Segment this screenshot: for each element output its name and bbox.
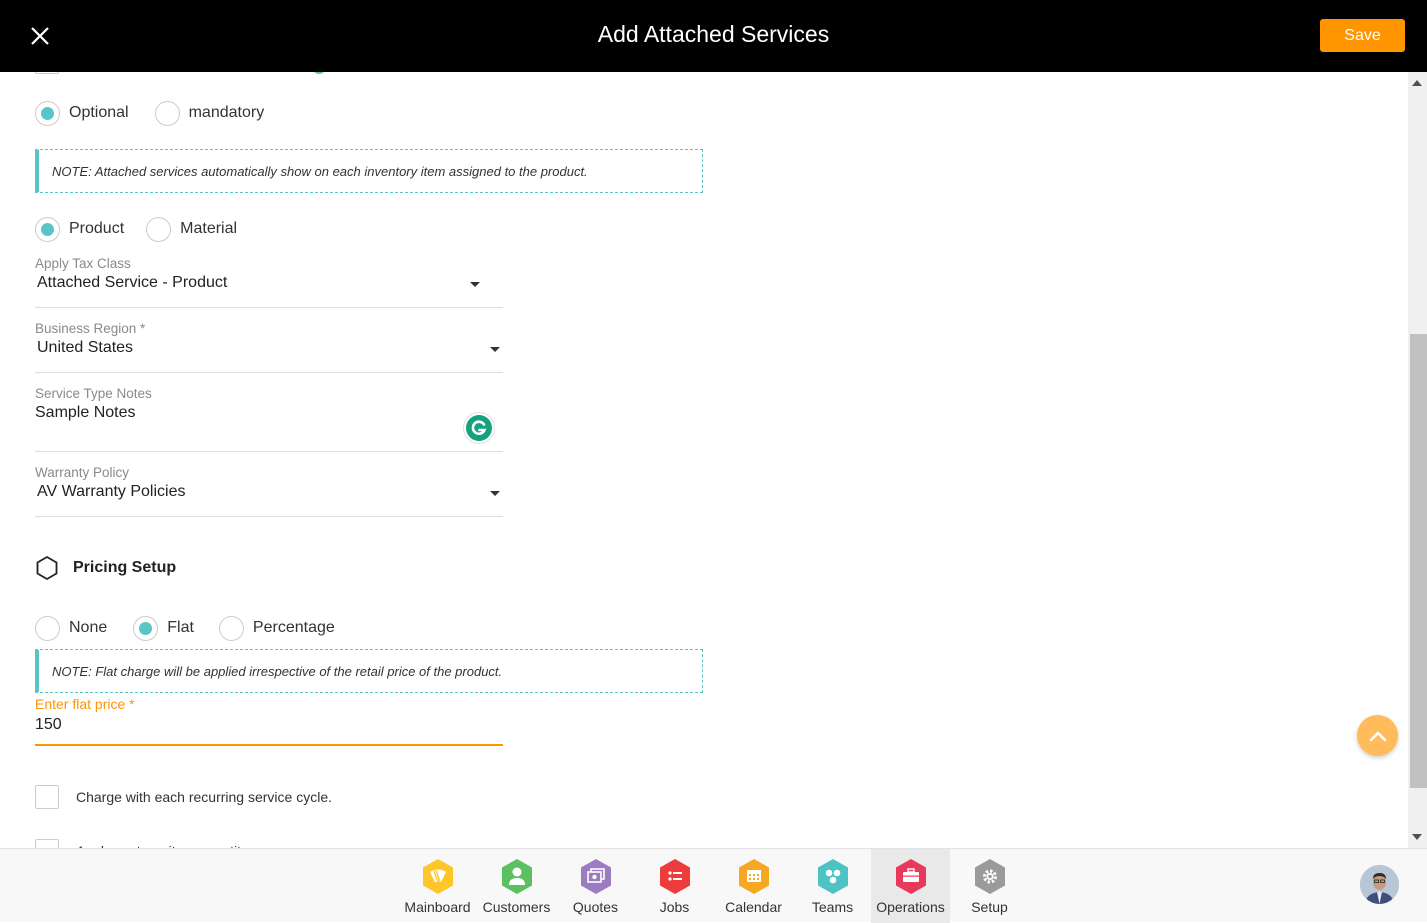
cost-per-quantity-checkbox[interactable]: [35, 839, 59, 848]
nav-jobs[interactable]: Jobs: [635, 849, 714, 923]
field-value: Sample Notes: [35, 404, 136, 421]
scroll-thumb[interactable]: [1410, 334, 1427, 788]
caret-down-icon: [490, 491, 500, 496]
radio-label: Product: [69, 220, 125, 237]
nav-label: Customers: [482, 899, 551, 915]
radio-circle: [35, 615, 60, 641]
nav-mainboard[interactable]: Mainboard: [398, 849, 477, 923]
setup-icon: [973, 858, 1007, 895]
top-bar: Add Attached Services Save: [0, 0, 1427, 72]
hidden-checkbox-partial[interactable]: [35, 72, 59, 74]
radio-label: Percentage: [252, 619, 335, 636]
nav-setup[interactable]: Setup: [950, 849, 1029, 923]
nav-customers[interactable]: Customers: [477, 849, 556, 923]
radio-label: Material: [180, 220, 238, 237]
recurring-charge-checkbox[interactable]: [35, 785, 59, 809]
nav-label: Quotes: [572, 899, 619, 915]
note-attached-services: NOTE: Attached services automatically sh…: [35, 149, 703, 193]
field-label: Business Region *: [35, 321, 146, 336]
teams-icon: [816, 858, 850, 895]
nav-label: Teams: [811, 899, 854, 915]
radio-circle: [146, 216, 172, 242]
caret-down-icon: [490, 347, 500, 352]
radio-circle: [218, 615, 244, 641]
nav-label: Jobs: [659, 899, 690, 915]
cost-per-quantity-option: Apply cost per item quantity: [35, 839, 248, 848]
field-label: Enter flat price *: [35, 696, 135, 712]
nav-quotes[interactable]: Quotes: [556, 849, 635, 923]
nav-label: Setup: [971, 899, 1008, 915]
radio-flat[interactable]: Flat: [133, 615, 194, 641]
radio-label: None: [69, 619, 108, 636]
nav-operations[interactable]: Operations: [871, 849, 950, 923]
nav-label: Operations: [876, 899, 945, 915]
radio-material[interactable]: Material: [146, 216, 238, 242]
radio-product[interactable]: Product: [35, 216, 125, 242]
field-value: AV Warranty Policies: [37, 483, 186, 500]
field-value: 150: [35, 716, 62, 733]
mainboard-icon: [421, 858, 455, 895]
nav-calendar[interactable]: Calendar: [714, 849, 793, 923]
scroll-down-arrow-icon[interactable]: [1412, 834, 1422, 840]
field-value: United States: [37, 339, 134, 356]
note-flat-charge: NOTE: Flat charge will be applied irresp…: [35, 649, 703, 693]
recurring-charge-option: Charge with each recurring service cycle…: [35, 785, 332, 809]
radio-label: Optional: [69, 104, 129, 121]
radio-mandatory[interactable]: mandatory: [154, 100, 265, 126]
save-button[interactable]: Save: [1320, 19, 1405, 52]
nav-label: Mainboard: [404, 899, 471, 915]
radio-circle: [133, 615, 159, 641]
nav-teams[interactable]: Teams: [793, 849, 872, 923]
pricing-section-header: Pricing Setup: [35, 555, 176, 581]
radio-percentage[interactable]: Percentage: [218, 615, 335, 641]
radio-circle: [35, 100, 60, 126]
service-notes-textarea[interactable]: Service Type Notes Sample Notes: [35, 386, 503, 452]
radio-none[interactable]: None: [35, 615, 108, 641]
hidden-toggle-partial[interactable]: [312, 72, 326, 74]
chevron-up-icon: [1369, 731, 1386, 741]
warranty-policy-select[interactable]: Warranty Policy AV Warranty Policies: [35, 465, 503, 517]
scroll-up-arrow-icon[interactable]: [1412, 80, 1422, 86]
pricing-radio-group: None Flat Percentage: [35, 615, 361, 641]
jobs-icon: [658, 858, 692, 895]
radio-label: mandatory: [188, 104, 265, 121]
tax-class-select[interactable]: Apply Tax Class Attached Service - Produ…: [35, 256, 503, 308]
grammarly-icon: [466, 415, 492, 441]
nav-label: Calendar: [725, 899, 782, 915]
radio-label: Flat: [167, 619, 194, 636]
radio-circle: [154, 100, 180, 126]
scroll-to-top-button[interactable]: [1357, 715, 1398, 756]
user-photo-icon: [1360, 865, 1399, 904]
field-label: Warranty Policy: [35, 465, 130, 480]
flat-price-input[interactable]: Enter flat price * 150: [35, 696, 503, 746]
vertical-scrollbar[interactable]: [1408, 72, 1427, 848]
field-label: Apply Tax Class: [35, 256, 131, 271]
hexagon-icon: [36, 555, 58, 581]
quotes-icon: [579, 858, 613, 895]
requirement-radio-group: Optional mandatory: [35, 100, 290, 126]
operations-icon: [894, 858, 928, 895]
radio-circle: [35, 216, 60, 242]
caret-down-icon: [470, 282, 480, 287]
field-value: Attached Service - Product: [37, 274, 228, 291]
page-title: Add Attached Services: [597, 21, 830, 47]
radio-optional[interactable]: Optional: [35, 100, 129, 126]
customers-icon: [500, 858, 534, 895]
bottom-nav: Mainboard Customers Quotes Jobs Calendar…: [0, 848, 1427, 923]
business-region-select[interactable]: Business Region * United States: [35, 321, 503, 373]
form-content: Optional mandatory NOTE: Attached servic…: [0, 72, 1408, 848]
user-avatar[interactable]: [1360, 865, 1399, 904]
calendar-icon: [737, 858, 771, 895]
section-title: Pricing Setup: [73, 559, 177, 576]
field-label: Service Type Notes: [35, 386, 152, 401]
grammarly-button[interactable]: [463, 412, 495, 444]
checkbox-label: Charge with each recurring service cycle…: [76, 789, 332, 805]
type-radio-group: Product Material: [35, 216, 263, 242]
